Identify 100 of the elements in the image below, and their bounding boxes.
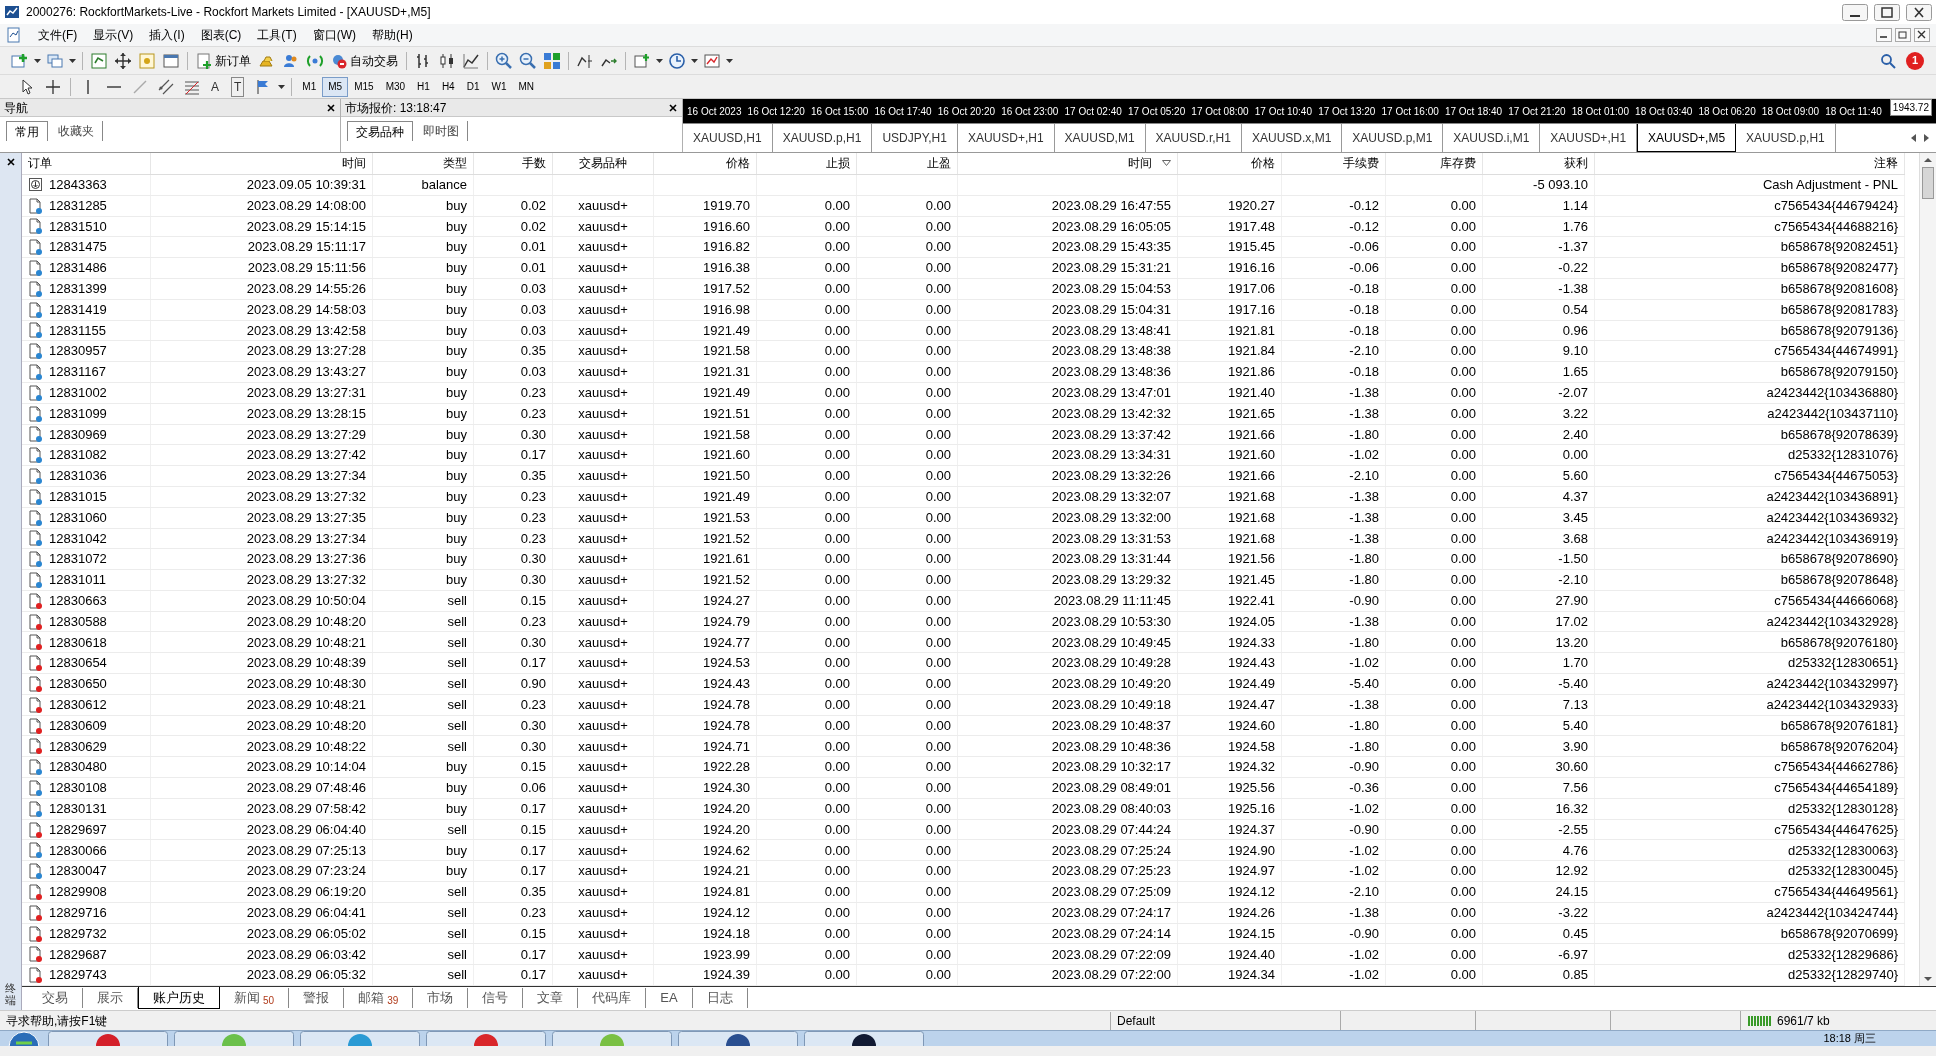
- close-button[interactable]: [1914, 28, 1930, 42]
- column-header[interactable]: 时间: [342, 154, 366, 173]
- market-watch-icon[interactable]: [90, 51, 108, 70]
- candlestick-icon[interactable]: [438, 51, 456, 70]
- column-header[interactable]: 类型: [443, 154, 467, 173]
- close-icon[interactable]: [668, 102, 678, 113]
- notification-badge[interactable]: 1: [1906, 51, 1924, 70]
- new-order-button[interactable]: 新订单: [192, 49, 255, 72]
- scrollbar-thumb[interactable]: [1922, 167, 1934, 199]
- menu-item[interactable]: 窗口(W): [304, 24, 364, 46]
- caret-icon[interactable]: [34, 58, 41, 63]
- timeframe-button[interactable]: M15: [348, 76, 380, 97]
- crosshair-icon[interactable]: [45, 78, 61, 95]
- chart-tab[interactable]: XAUUSD.i,M1: [1443, 124, 1541, 152]
- column-header[interactable]: 库存费: [1440, 154, 1476, 173]
- zoom-in-icon[interactable]: [495, 51, 513, 70]
- indicators-icon[interactable]: [633, 51, 651, 70]
- maximize-button[interactable]: [1874, 3, 1900, 21]
- caret-icon[interactable]: [69, 58, 76, 63]
- sort-icon[interactable]: [1162, 160, 1171, 167]
- template-icon[interactable]: [703, 51, 721, 70]
- zoom-out-icon[interactable]: [519, 51, 537, 70]
- menu-item[interactable]: 插入(I): [141, 24, 193, 46]
- column-header[interactable]: 注释: [1874, 154, 1898, 173]
- chart-tab[interactable]: XAUUSD,M1: [1054, 124, 1146, 152]
- chart-tab[interactable]: XAUUSD.p,M1: [1342, 124, 1444, 152]
- text-label-tool[interactable]: T: [231, 76, 245, 97]
- auto-trading-button[interactable]: 自动交易: [327, 49, 402, 72]
- column-header[interactable]: 获利: [1564, 154, 1588, 173]
- crosshair-move-icon[interactable]: [114, 51, 132, 70]
- chart-tab[interactable]: XAUUSD+,M5: [1637, 124, 1737, 152]
- menu-item[interactable]: 工具(T): [249, 24, 305, 46]
- menu-item[interactable]: 文件(F): [30, 24, 86, 46]
- line-chart-icon[interactable]: [462, 51, 480, 70]
- menu-item[interactable]: 图表(C): [192, 24, 250, 46]
- caret-icon[interactable]: [656, 58, 663, 63]
- caret-icon[interactable]: [278, 84, 286, 89]
- column-header[interactable]: 订单: [28, 154, 52, 173]
- column-header[interactable]: 手数: [522, 154, 546, 173]
- column-header[interactable]: 价格: [726, 154, 750, 173]
- close-button[interactable]: [1906, 3, 1932, 21]
- terminal-tab[interactable]: 信号: [468, 988, 524, 1009]
- timeframe-button[interactable]: H1: [411, 76, 436, 97]
- caret-icon[interactable]: [691, 58, 698, 63]
- terminal-tab[interactable]: EA: [646, 988, 693, 1009]
- tile-windows-icon[interactable]: [543, 51, 561, 70]
- window-icon[interactable]: [162, 51, 180, 70]
- panel-tab[interactable]: 收藏夹: [50, 121, 103, 141]
- timeframe-button[interactable]: W1: [485, 76, 513, 97]
- terminal-tab[interactable]: 日志: [692, 988, 748, 1009]
- terminal-tab[interactable]: 新闻 50: [220, 988, 290, 1009]
- chart-tab[interactable]: XAUUSD.x,M1: [1241, 124, 1343, 152]
- menu-item[interactable]: 帮助(H): [364, 24, 421, 46]
- terminal-tab[interactable]: 交易: [28, 988, 83, 1009]
- terminal-tab[interactable]: 市场: [413, 988, 469, 1009]
- minimize-button[interactable]: [1842, 3, 1868, 21]
- chart-tab[interactable]: XAUUSD.p,H1: [1736, 124, 1836, 152]
- close-icon[interactable]: [5, 157, 16, 167]
- new-chart-icon[interactable]: [11, 51, 29, 70]
- channel-icon[interactable]: [158, 78, 174, 95]
- search-icon[interactable]: [1880, 52, 1896, 69]
- timeframe-button[interactable]: D1: [460, 76, 486, 97]
- column-header[interactable]: 时间: [1128, 154, 1152, 173]
- panel-tab[interactable]: 交易品种: [347, 121, 413, 141]
- terminal-tab[interactable]: 文章: [523, 988, 579, 1009]
- cursor-icon[interactable]: [19, 78, 35, 95]
- chart-window-icon[interactable]: [6, 27, 22, 43]
- column-header[interactable]: 交易品种: [579, 154, 627, 173]
- profiles-icon[interactable]: [46, 51, 64, 70]
- timeframe-button[interactable]: M5: [322, 76, 349, 97]
- terminal-tab[interactable]: 账户历史: [138, 987, 220, 1010]
- caret-icon[interactable]: [726, 58, 733, 63]
- panel-tab[interactable]: 常用: [6, 121, 48, 141]
- column-header[interactable]: 手续费: [1343, 154, 1379, 173]
- column-header[interactable]: 止损: [826, 154, 850, 173]
- terminal-tab[interactable]: 邮箱 39: [344, 988, 414, 1009]
- timeframe-button[interactable]: H4: [435, 76, 461, 97]
- text-tool[interactable]: A: [211, 77, 219, 96]
- terminal-tab[interactable]: 警报: [289, 988, 345, 1009]
- close-icon[interactable]: [326, 102, 336, 113]
- start-button[interactable]: [6, 1031, 42, 1046]
- panel-tab[interactable]: 即时图: [415, 121, 468, 141]
- taskbar-button[interactable]: [678, 1031, 798, 1046]
- minimize-button[interactable]: [1876, 28, 1892, 42]
- menu-item[interactable]: 显示(V): [85, 24, 142, 46]
- fibonacci-icon[interactable]: [184, 78, 200, 95]
- clock-icon[interactable]: [668, 51, 686, 70]
- chart-tab[interactable]: XAUUSD.p,H1: [772, 124, 873, 152]
- terminal-tab[interactable]: 代码库: [578, 988, 647, 1009]
- column-header[interactable]: 止盈: [927, 154, 951, 173]
- chart-tab[interactable]: XAUUSD.r,H1: [1145, 124, 1242, 152]
- taskbar-button[interactable]: [804, 1031, 924, 1046]
- timeframe-button[interactable]: M1: [296, 76, 323, 97]
- timeframe-button[interactable]: M30: [379, 76, 412, 97]
- scrollbar[interactable]: [1919, 153, 1936, 987]
- chart-tab[interactable]: XAUUSD,H1: [683, 124, 773, 152]
- timeframe-button[interactable]: MN: [512, 76, 541, 97]
- chart-tab[interactable]: USDJPY,H1: [872, 124, 958, 152]
- chart-tab[interactable]: XAUUSD+,H1: [957, 124, 1055, 152]
- column-header[interactable]: 价格: [1251, 154, 1275, 173]
